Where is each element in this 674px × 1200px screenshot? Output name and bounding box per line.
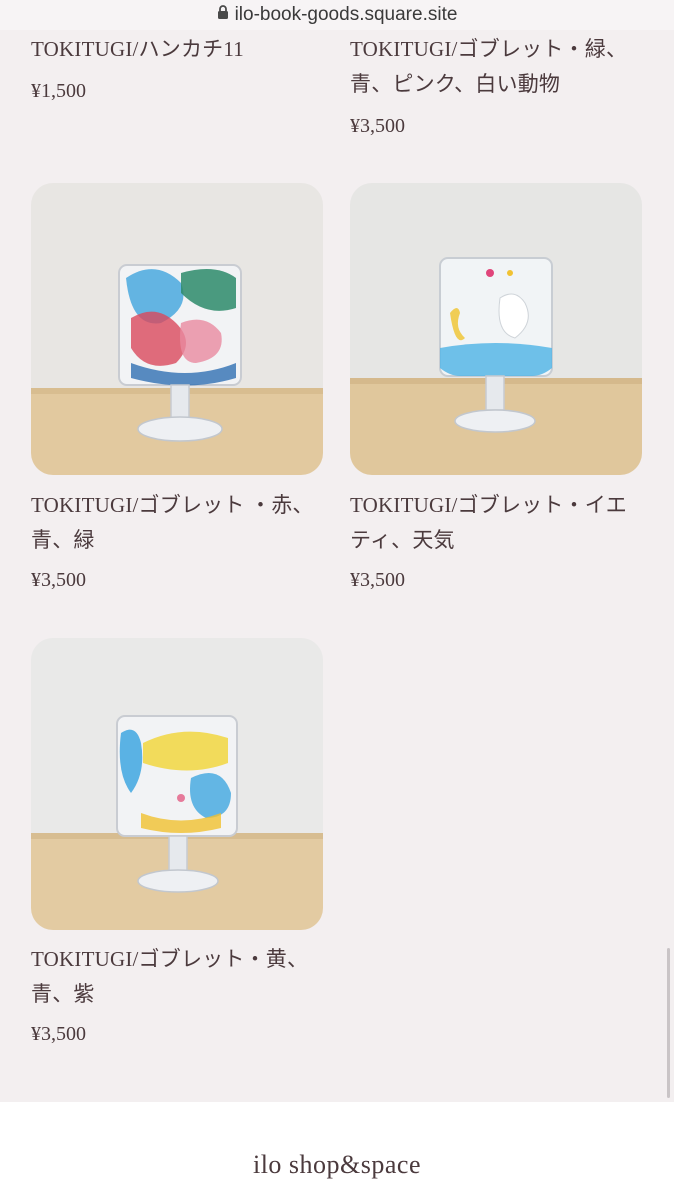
- product-image[interactable]: [350, 183, 642, 475]
- product-price: ¥1,500: [31, 80, 86, 102]
- shop-name[interactable]: ilo shop&space: [0, 1150, 674, 1180]
- address-bar[interactable]: ilo-book-goods.square.site: [0, 0, 674, 30]
- product-name[interactable]: TOKITUGI/ハンカチ11: [31, 32, 326, 67]
- product-image[interactable]: [31, 183, 323, 475]
- product-price: ¥3,500: [31, 569, 86, 591]
- url-text: ilo-book-goods.square.site: [234, 4, 458, 25]
- product-image[interactable]: [31, 638, 323, 930]
- product-name[interactable]: TOKITUGI/ゴブレット・イエティ、天気: [350, 488, 645, 558]
- product-name[interactable]: TOKITUGI/ゴブレット ・赤、青、緑: [31, 488, 326, 558]
- lock-icon: [217, 4, 229, 26]
- product-price: ¥3,500: [350, 115, 405, 137]
- product-price: ¥3,500: [350, 569, 405, 591]
- product-price: ¥3,500: [31, 1023, 86, 1045]
- scrollbar[interactable]: [667, 948, 670, 1098]
- footer: ilo shop&space: [0, 1102, 674, 1200]
- product-name[interactable]: TOKITUGI/ゴブレット・黄、青、紫: [31, 942, 326, 1012]
- product-name[interactable]: TOKITUGI/ゴブレット・緑、青、ピンク、白い動物: [350, 32, 645, 102]
